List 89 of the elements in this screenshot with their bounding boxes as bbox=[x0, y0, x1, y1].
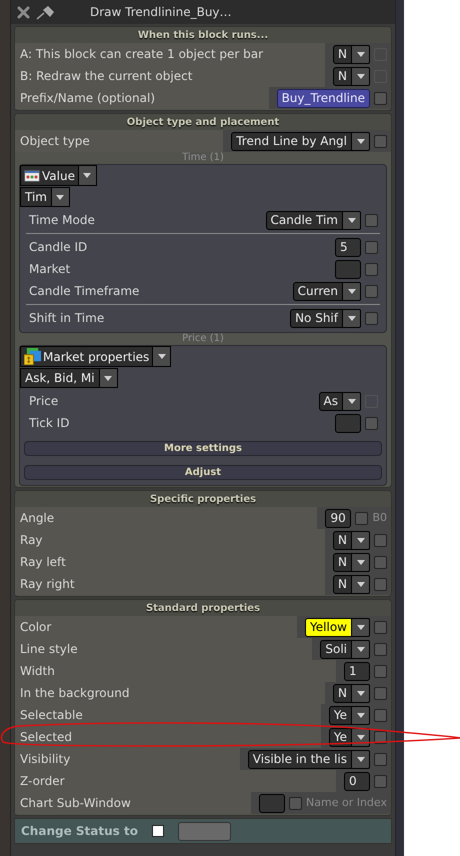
field-label: Prefix/Name (optional) bbox=[20, 90, 155, 107]
checkbox[interactable] bbox=[365, 262, 378, 276]
checkbox[interactable] bbox=[289, 796, 302, 810]
input-field[interactable] bbox=[335, 260, 361, 278]
field-label: Object type bbox=[20, 133, 90, 150]
checkbox[interactable] bbox=[374, 534, 387, 546]
field-label: A: This block can create 1 object per bar bbox=[20, 46, 264, 63]
section-title: Standard properties bbox=[146, 602, 260, 616]
field-label: Tick ID bbox=[29, 415, 70, 432]
checkbox[interactable] bbox=[374, 774, 387, 788]
field-label: B: Redraw the current object bbox=[20, 68, 192, 85]
section-title: Specific properties bbox=[150, 492, 256, 506]
section-title: When this block runs... bbox=[138, 28, 268, 42]
caret-icon bbox=[356, 138, 364, 144]
checkbox[interactable] bbox=[365, 312, 378, 324]
status-label: Change Status to bbox=[21, 823, 138, 840]
input-field[interactable]: 0 bbox=[344, 772, 370, 790]
close-icon[interactable] bbox=[17, 6, 30, 18]
panel-button[interactable]: More settings bbox=[24, 441, 382, 456]
caret-icon bbox=[356, 734, 364, 740]
caret-icon bbox=[356, 690, 364, 696]
checkbox[interactable] bbox=[374, 752, 387, 766]
caret-icon bbox=[356, 560, 364, 564]
checkbox[interactable] bbox=[152, 825, 164, 837]
caret-icon bbox=[56, 194, 64, 200]
caret-icon bbox=[356, 538, 364, 542]
panel-title: Price (1) bbox=[182, 333, 224, 345]
checkbox[interactable] bbox=[374, 556, 387, 568]
caret-icon bbox=[356, 582, 364, 586]
field-label: Ray left bbox=[20, 554, 66, 571]
field-label: In the background bbox=[20, 685, 130, 702]
field-label: Angle bbox=[20, 510, 54, 527]
field-label: Ray bbox=[20, 532, 43, 549]
caret-icon bbox=[348, 218, 356, 222]
window-title: Draw Trendlinine_Buy… bbox=[90, 4, 232, 21]
field-label: Chart Sub-Window bbox=[20, 795, 131, 812]
field-label: Shift in Time bbox=[29, 310, 104, 327]
card-icon bbox=[24, 170, 40, 182]
caret-icon bbox=[356, 646, 364, 652]
caret-icon bbox=[104, 376, 112, 380]
field-label: Visibility bbox=[20, 751, 70, 768]
field-label: Market bbox=[29, 261, 70, 278]
caret-icon bbox=[356, 52, 364, 56]
checkbox[interactable] bbox=[374, 134, 387, 148]
input-field[interactable]: Buy_Trendline bbox=[276, 88, 370, 108]
panel-title: Time (1) bbox=[182, 152, 224, 164]
checkbox[interactable] bbox=[374, 578, 387, 590]
checkbox[interactable] bbox=[365, 416, 378, 430]
caret-icon bbox=[356, 712, 364, 718]
section-title: Object type and placement bbox=[126, 116, 280, 130]
checkbox[interactable] bbox=[355, 512, 368, 524]
caret-icon bbox=[348, 316, 356, 320]
hint-text: B0 bbox=[372, 510, 387, 526]
caret-icon bbox=[356, 756, 364, 762]
field-label: Time Mode bbox=[29, 212, 95, 229]
field-label: Ray right bbox=[20, 576, 75, 593]
field-label: Selected bbox=[20, 729, 72, 746]
field-label: Candle ID bbox=[29, 239, 88, 256]
field-label: Line style bbox=[20, 641, 78, 658]
field-label: Candle Timeframe bbox=[29, 283, 140, 300]
checkbox[interactable] bbox=[374, 686, 387, 700]
checkbox[interactable] bbox=[365, 284, 378, 298]
input-field[interactable]: 90 bbox=[325, 508, 352, 528]
input-field[interactable] bbox=[178, 822, 231, 840]
input-field[interactable] bbox=[259, 794, 286, 812]
input-field[interactable]: 1 bbox=[344, 662, 370, 680]
coin-stack-icon bbox=[24, 348, 41, 365]
caret-icon bbox=[348, 288, 356, 294]
field-label: Price bbox=[29, 393, 58, 410]
checkbox[interactable] bbox=[374, 642, 387, 656]
caret-icon bbox=[158, 354, 166, 359]
panel-button[interactable]: Adjust bbox=[24, 465, 382, 480]
field-label: Z-order bbox=[20, 773, 65, 790]
checkbox[interactable] bbox=[374, 92, 387, 104]
checkbox[interactable] bbox=[365, 240, 378, 254]
checkbox[interactable] bbox=[374, 664, 387, 678]
caret-icon bbox=[83, 173, 92, 178]
input-field[interactable] bbox=[335, 414, 361, 432]
input-field[interactable]: 5 bbox=[335, 238, 361, 256]
field-label: Color bbox=[20, 619, 52, 636]
field-label: Selectable bbox=[20, 707, 83, 724]
field-label: Width bbox=[20, 663, 55, 680]
caret-icon bbox=[356, 624, 364, 630]
caret-icon bbox=[348, 398, 356, 404]
checkbox[interactable] bbox=[374, 708, 387, 722]
checkbox[interactable] bbox=[374, 620, 387, 634]
caret-icon bbox=[356, 74, 364, 78]
hint-text: Name or Index bbox=[306, 794, 387, 811]
checkbox[interactable] bbox=[365, 214, 378, 226]
